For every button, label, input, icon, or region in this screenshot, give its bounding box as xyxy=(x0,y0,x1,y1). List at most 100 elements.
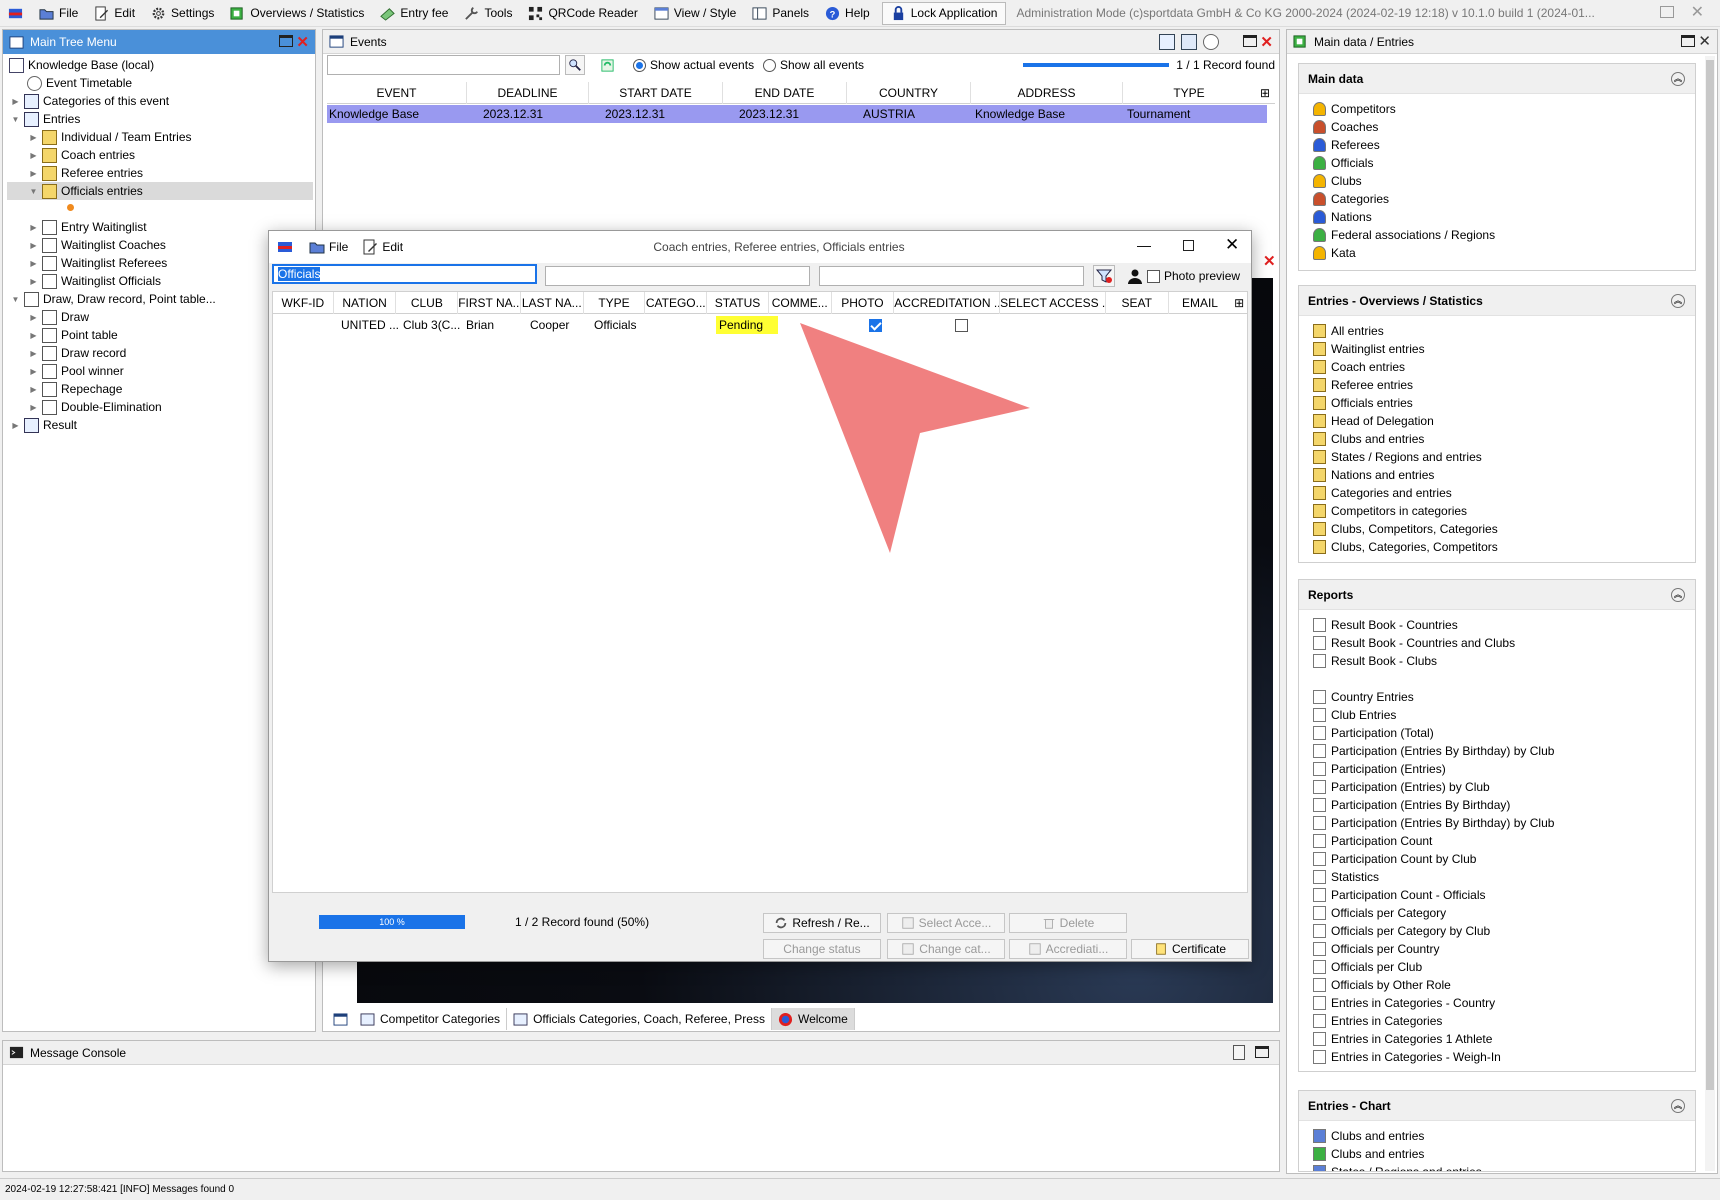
list-item[interactable]: Result Book - Clubs xyxy=(1299,652,1695,670)
expand-icon[interactable]: ▶ xyxy=(29,169,38,178)
tree-item-repechage[interactable]: ▶ Repechage xyxy=(29,380,122,398)
list-item[interactable]: Competitors xyxy=(1299,100,1695,118)
tree-item-event-timetable[interactable]: Event Timetable xyxy=(27,74,132,92)
list-item[interactable]: Clubs and entries xyxy=(1299,1145,1695,1163)
col-comment[interactable]: COMME... xyxy=(769,291,832,314)
tree-item-coach-entries[interactable]: ▶ Coach entries xyxy=(29,146,135,164)
list-item[interactable]: Coaches xyxy=(1299,118,1695,136)
list-item[interactable]: Statistics xyxy=(1299,868,1695,886)
menu-entry-fee[interactable]: Entry fee xyxy=(372,0,456,26)
expand-icon[interactable]: ▶ xyxy=(29,133,38,142)
col-photo[interactable]: PHOTO xyxy=(832,291,895,314)
list-item[interactable]: Participation (Entries By Birthday) by C… xyxy=(1299,814,1695,832)
list-item[interactable]: Participation (Total) xyxy=(1299,724,1695,742)
list-item[interactable]: All entries xyxy=(1299,322,1695,340)
scrollbar-thumb[interactable] xyxy=(1706,60,1714,1090)
tree-item-categories[interactable]: ▶ Categories of this event xyxy=(11,92,169,110)
tree-item-waitinglist-officials[interactable]: ▶ Waitinglist Officials xyxy=(29,272,161,290)
tab-competitor-categories[interactable]: Competitor Categories xyxy=(354,1008,508,1030)
tree-item-referee-entries[interactable]: ▶ Referee entries xyxy=(29,164,143,182)
list-item[interactable]: Country Entries xyxy=(1299,688,1695,706)
show-all-events-radio[interactable]: Show all events xyxy=(763,58,864,72)
list-item[interactable]: Referee entries xyxy=(1299,376,1695,394)
maximize-main-data-button[interactable] xyxy=(1681,35,1695,47)
expand-icon[interactable]: ▶ xyxy=(11,97,20,106)
col-status[interactable]: STATUS xyxy=(707,291,769,314)
close-dialog-button[interactable]: ✕ xyxy=(1225,235,1239,255)
expand-icon[interactable]: ▶ xyxy=(29,313,38,322)
list-item[interactable]: Clubs, Competitors, Categories xyxy=(1299,520,1695,538)
col-nation[interactable]: NATION xyxy=(334,291,397,314)
tree-item-entries[interactable]: ▼ Entries xyxy=(11,110,80,128)
collapse-section-icon[interactable]: ︽ xyxy=(1671,72,1685,86)
expand-icon[interactable]: ▶ xyxy=(29,331,38,340)
tree-item-waitinglist-referees[interactable]: ▶ Waitinglist Referees xyxy=(29,254,167,272)
list-item[interactable]: Head of Delegation xyxy=(1299,412,1695,430)
tree-item-individual-team-entries[interactable]: ▶ Individual / Team Entries xyxy=(29,128,192,146)
col-accreditation[interactable]: ACCREDITATION ... xyxy=(894,291,1001,314)
menu-view-style[interactable]: View / Style xyxy=(646,0,744,26)
close-events-button[interactable]: ✕ xyxy=(1260,33,1273,51)
list-item[interactable]: Entries in Categories - Country xyxy=(1299,994,1695,1012)
close-tree-button[interactable]: ✕ xyxy=(296,33,309,51)
radio-button[interactable] xyxy=(763,58,776,72)
tree-item-draw-group[interactable]: ▼ Draw, Draw record, Point table... xyxy=(11,290,216,308)
collapse-icon[interactable]: ▼ xyxy=(11,115,20,124)
list-item[interactable]: Referees xyxy=(1299,136,1695,154)
search-button[interactable] xyxy=(565,55,585,75)
expand-icon[interactable]: ▶ xyxy=(29,367,38,376)
list-item[interactable]: Participation (Entries By Birthday) by C… xyxy=(1299,742,1695,760)
col-type[interactable]: TYPE xyxy=(584,291,646,314)
export-icon[interactable] xyxy=(1159,34,1175,50)
col-club[interactable]: CLUB xyxy=(396,291,459,314)
col-end-date[interactable]: END DATE xyxy=(723,81,847,104)
refresh-circle-icon[interactable] xyxy=(1203,34,1219,50)
tab-welcome[interactable]: Welcome xyxy=(771,1008,855,1030)
col-category[interactable]: CATEGO... xyxy=(645,291,708,314)
list-item[interactable]: Nations xyxy=(1299,208,1695,226)
menu-qrcode[interactable]: QRCode Reader xyxy=(520,0,645,26)
filter-input-3[interactable] xyxy=(819,266,1084,286)
minimize-dialog-button[interactable]: — xyxy=(1137,237,1151,253)
certificate-button[interactable]: Certificate xyxy=(1131,939,1249,959)
col-seat[interactable]: SEAT xyxy=(1106,291,1169,314)
list-item[interactable]: Officials entries xyxy=(1299,394,1695,412)
close-window-button[interactable]: ✕ xyxy=(1691,2,1704,22)
col-country[interactable]: COUNTRY xyxy=(847,81,971,104)
list-item[interactable]: Officials per Category by Club xyxy=(1299,922,1695,940)
list-item[interactable]: Result Book - Countries xyxy=(1299,616,1695,634)
collapse-section-icon[interactable]: ︽ xyxy=(1671,1099,1685,1113)
col-deadline[interactable]: DEADLINE xyxy=(467,81,589,104)
list-item[interactable]: Waitinglist entries xyxy=(1299,340,1695,358)
tree-item-waitinglist-coaches[interactable]: ▶ Waitinglist Coaches xyxy=(29,236,166,254)
list-item[interactable]: Participation (Entries By Birthday) xyxy=(1299,796,1695,814)
list-item[interactable]: Officials per Club xyxy=(1299,958,1695,976)
accreditation-button[interactable]: Accrediati... xyxy=(1009,939,1127,959)
clear-filter-button[interactable] xyxy=(1093,265,1115,287)
filter-input-2[interactable] xyxy=(545,266,810,286)
list-item[interactable]: Federal associations / Regions xyxy=(1299,226,1695,244)
open-folder-icon[interactable] xyxy=(1181,34,1197,50)
list-item[interactable]: Participation Count by Club xyxy=(1299,850,1695,868)
column-chooser-icon[interactable]: ⊞ xyxy=(1255,82,1275,104)
col-email[interactable]: EMAIL xyxy=(1169,292,1232,314)
list-item[interactable]: Competitors in categories xyxy=(1299,502,1695,520)
list-item[interactable]: Nations and entries xyxy=(1299,466,1695,484)
change-status-button[interactable]: Change status xyxy=(763,939,881,959)
maximize-tree-button[interactable] xyxy=(279,35,293,47)
list-item[interactable]: Officials by Other Role xyxy=(1299,976,1695,994)
table-row[interactable]: Knowledge Base 2023.12.31 2023.12.31 202… xyxy=(327,105,1267,123)
restore-window-button[interactable] xyxy=(1660,6,1674,18)
scrollbar[interactable] xyxy=(1705,56,1715,1171)
col-select-access[interactable]: SELECT ACCESS ... xyxy=(1000,291,1106,314)
list-item[interactable]: Clubs xyxy=(1299,172,1695,190)
menu-overviews[interactable]: Overviews / Statistics xyxy=(222,0,372,26)
list-item[interactable]: Entries in Categories - Weigh-In xyxy=(1299,1048,1695,1066)
photo-preview-checkbox[interactable]: Photo preview xyxy=(1147,269,1240,283)
tree-item-entry-waitinglist[interactable]: ▶ Entry Waitinglist xyxy=(29,218,147,236)
list-item[interactable]: Kata xyxy=(1299,244,1695,262)
table-row[interactable]: UNITED ... Club 3(C... Brian Cooper Offi… xyxy=(273,316,1247,334)
expand-icon[interactable]: ▶ xyxy=(29,349,38,358)
list-item[interactable]: Entries in Categories xyxy=(1299,1012,1695,1030)
tree-item-draw[interactable]: ▶ Draw xyxy=(29,308,89,326)
